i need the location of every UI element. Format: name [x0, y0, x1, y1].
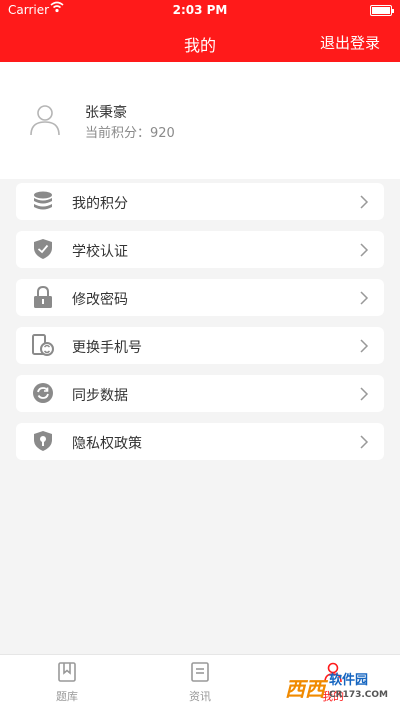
document-icon: [165, 661, 235, 686]
bottom-tab-bar: 题库 资讯 我的 西西 软件园 CR173.COM: [0, 654, 400, 710]
menu-item-sync-data[interactable]: 同步数据: [16, 375, 384, 412]
chevron-right-icon: [358, 338, 370, 353]
privacy-shield-icon: [32, 430, 54, 452]
status-bar: Carrier 2:03 PM: [0, 0, 400, 22]
menu-item-label: 同步数据: [72, 388, 128, 404]
phone-switch-icon: [32, 334, 54, 356]
menu-item-privacy-policy[interactable]: 隐私权政策: [16, 423, 384, 460]
chevron-right-icon: [358, 386, 370, 401]
tab-label: 题库: [56, 690, 78, 703]
watermark-logo: 西西 软件园 CR173.COM: [285, 673, 388, 702]
menu-item-change-phone[interactable]: 更换手机号: [16, 327, 384, 364]
menu-item-label: 更换手机号: [72, 340, 142, 356]
watermark-site: 软件园 CR173.COM: [329, 674, 388, 702]
clock: 2:03 PM: [172, 3, 228, 17]
tab-news[interactable]: 资讯: [165, 661, 235, 704]
chevron-right-icon: [358, 290, 370, 305]
watermark-url: CR173.COM: [329, 689, 388, 700]
top-header: Carrier 2:03 PM 我的 退出登录: [0, 0, 400, 62]
battery-icon: [370, 5, 394, 16]
settings-menu: 我的积分 学校认证 修改密码 更换手机号 同步数据 隐私权政策: [16, 183, 384, 471]
chevron-right-icon: [358, 434, 370, 449]
menu-item-change-password[interactable]: 修改密码: [16, 279, 384, 316]
watermark-site-name: 软件园: [329, 672, 369, 688]
points-label: 当前积分：: [85, 126, 151, 141]
user-icon: [30, 105, 60, 136]
sync-icon: [32, 382, 54, 404]
chevron-right-icon: [358, 242, 370, 257]
bookmark-icon: [32, 661, 102, 686]
user-name: 张秉豪: [85, 105, 127, 121]
tab-question-bank[interactable]: 题库: [32, 661, 102, 704]
menu-item-label: 我的积分: [72, 196, 128, 212]
points-row: 当前积分：920: [85, 122, 175, 141]
chevron-right-icon: [358, 194, 370, 209]
tab-label: 资讯: [189, 690, 211, 703]
menu-item-school-verify[interactable]: 学校认证: [16, 231, 384, 268]
shield-check-icon: [32, 238, 54, 260]
menu-item-label: 修改密码: [72, 292, 128, 308]
menu-item-label: 隐私权政策: [72, 436, 142, 452]
points-value: 920: [150, 126, 175, 141]
avatar[interactable]: [28, 102, 62, 136]
database-icon: [32, 190, 54, 212]
menu-item-my-points[interactable]: 我的积分: [16, 183, 384, 220]
logout-button[interactable]: 退出登录: [320, 32, 380, 53]
watermark-brand: 西西: [285, 677, 326, 701]
profile-card: 张秉豪 当前积分：920: [0, 62, 400, 179]
lock-icon: [32, 285, 54, 308]
menu-item-label: 学校认证: [72, 244, 128, 260]
